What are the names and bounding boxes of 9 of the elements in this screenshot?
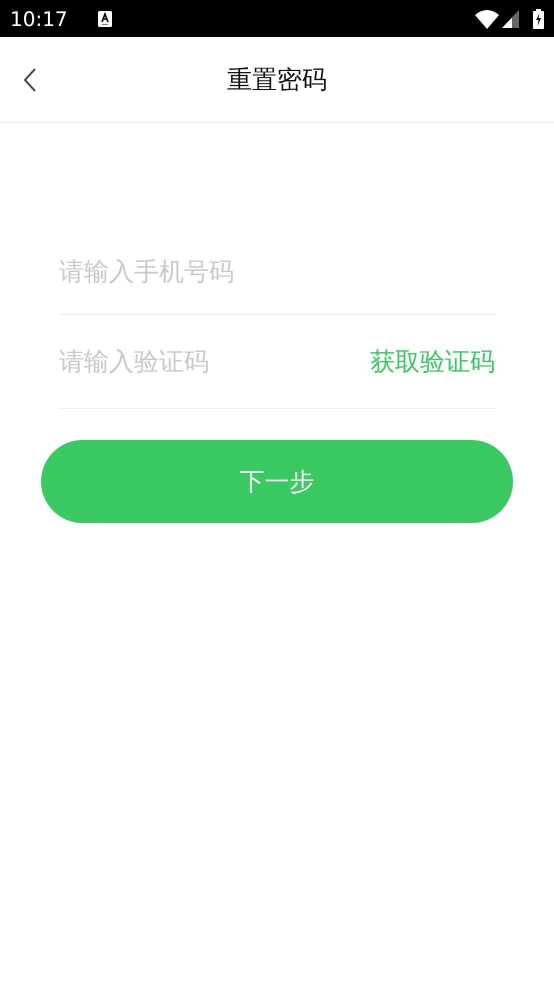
page-title: 重置密码 [227,64,327,96]
status-time: 10:17 [10,6,68,32]
signal-icon [502,10,519,28]
next-button[interactable]: 下一步 [41,440,513,523]
battery-charging-icon [533,8,544,28]
keyboard-notification-icon [98,10,112,26]
get-code-link[interactable]: 获取验证码 [370,342,495,380]
back-icon [24,68,36,92]
wifi-icon [475,8,499,28]
